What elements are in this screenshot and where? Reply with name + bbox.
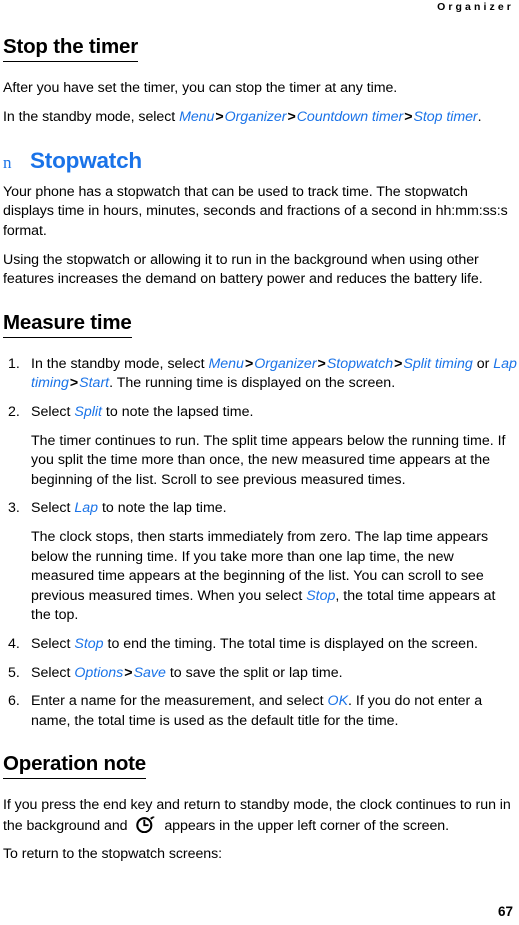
list-item: 1. In the standby mode, select Menu>Organ… xyxy=(3,355,517,394)
page-number: 67 xyxy=(497,904,513,919)
paragraph-stopwatch-1: Your phone has a stopwatch that can be u… xyxy=(3,183,508,240)
menu-path-item-menu[interactable]: Menu xyxy=(208,356,244,372)
menu-path-item-stopwatch[interactable]: Stopwatch xyxy=(327,356,393,372)
stopwatch-icon xyxy=(135,816,156,833)
step-note: The timer continues to run. The split ti… xyxy=(31,432,506,488)
path-separator: > xyxy=(317,355,326,372)
paragraph-stop-the-timer-intro: After you have set the timer, you can st… xyxy=(3,79,398,96)
step-tail-text: to end the timing. The total time is dis… xyxy=(103,635,478,652)
running-header: Organizer xyxy=(437,1,514,13)
menu-path-item-countdown-timer[interactable]: Countdown timer xyxy=(297,109,404,125)
path-separator: > xyxy=(69,375,79,392)
step-tail-text: to note the lapsed time. xyxy=(101,404,254,420)
operation-note-text-part-2: appears in the upper left corner of the … xyxy=(160,817,450,834)
heading-stop-the-timer: Stop the timer xyxy=(3,35,138,62)
heading-stopwatch: n Stopwatch xyxy=(3,148,517,174)
list-item: 3. Select Lap to note the lap time. The c… xyxy=(3,499,517,626)
menu-path-item-organizer[interactable]: Organizer xyxy=(254,356,316,372)
path-separator: > xyxy=(394,355,403,372)
menu-path-item-options[interactable]: Options xyxy=(74,665,123,681)
step-number: 2. xyxy=(8,404,20,420)
menu-path-item-split[interactable]: Split xyxy=(74,404,102,420)
menu-path-item-stop[interactable]: Stop xyxy=(306,588,335,604)
heading-operation-note-wrapper: Operation note xyxy=(3,752,517,787)
step-number: 6. xyxy=(8,693,20,710)
list-item: 6. Enter a name for the measurement, and … xyxy=(3,692,517,731)
document-page: Organizer Stop the timer After you have … xyxy=(0,0,519,925)
menu-path-item-menu[interactable]: Menu xyxy=(179,109,214,125)
step-number: 1. xyxy=(8,355,20,372)
paragraph-stop-the-timer-path: In the standby mode, select Menu>Organiz… xyxy=(3,108,517,128)
menu-path-item-stop[interactable]: Stop xyxy=(74,636,103,652)
step-tail-text: to note the lap time. xyxy=(98,500,227,517)
menu-path-item-start[interactable]: Start xyxy=(79,375,109,391)
menu-path-item-lap[interactable]: Lap xyxy=(74,500,98,516)
path-separator: > xyxy=(215,108,224,125)
path-terminator: . xyxy=(477,108,482,125)
paragraph-operation-note-2: To return to the stopwatch screens: xyxy=(3,846,223,863)
step-tail-text: . The running time is displayed on the s… xyxy=(109,375,396,392)
step-number: 5. xyxy=(8,664,20,681)
menu-path-item-organizer[interactable]: Organizer xyxy=(225,109,287,125)
heading-measure-time-wrapper: Measure time xyxy=(3,311,517,346)
menu-path-item-ok[interactable]: OK xyxy=(328,693,349,709)
paragraph-operation-note-1: If you press the end key and return to s… xyxy=(3,796,517,836)
step-note: The clock stops, then starts immediately… xyxy=(31,528,517,626)
path-separator: > xyxy=(404,108,413,125)
path-separator: > xyxy=(124,664,133,681)
list-item: 5. Select Options>Save to save the split … xyxy=(3,664,517,684)
step-conjunction: or xyxy=(472,355,494,372)
measure-time-step-list: 1. In the standby mode, select Menu>Organ… xyxy=(3,355,517,732)
step-number: 3. xyxy=(8,500,20,517)
paragraph-stopwatch-2: Using the stopwatch or allowing it to ru… xyxy=(3,251,483,288)
list-item: 4. Select Stop to end the timing. The tot… xyxy=(3,635,517,655)
heading-stopwatch-label: Stopwatch xyxy=(30,148,142,174)
step-lead-text: Enter a name for the measurement, and se… xyxy=(31,693,328,710)
heading-measure-time: Measure time xyxy=(3,311,132,338)
heading-stop-the-timer-wrapper: Stop the timer xyxy=(3,35,517,70)
step-lead-text: Select xyxy=(31,635,75,652)
page-content: Stop the timer After you have set the ti… xyxy=(3,35,517,874)
path-separator: > xyxy=(244,355,254,372)
step-lead-text: Select xyxy=(31,404,75,420)
step-number: 4. xyxy=(8,635,20,652)
step-lead-text: Select xyxy=(31,500,75,517)
path-intro-text: In the standby mode, select xyxy=(3,108,180,125)
step-tail-text: to save the split or lap time. xyxy=(165,664,343,681)
menu-path-item-save[interactable]: Save xyxy=(134,665,166,681)
menu-path-item-split-timing[interactable]: Split timing xyxy=(403,356,472,372)
path-separator: > xyxy=(287,108,296,125)
menu-path-item-stop-timer[interactable]: Stop timer xyxy=(413,109,477,125)
list-item: 2. Select Split to note the lapsed time. … xyxy=(3,403,517,490)
step-lead-text: Select xyxy=(31,664,75,681)
step-lead-text: In the standby mode, select xyxy=(31,355,209,372)
heading-marker-icon: n xyxy=(3,153,12,173)
heading-operation-note: Operation note xyxy=(3,752,146,780)
